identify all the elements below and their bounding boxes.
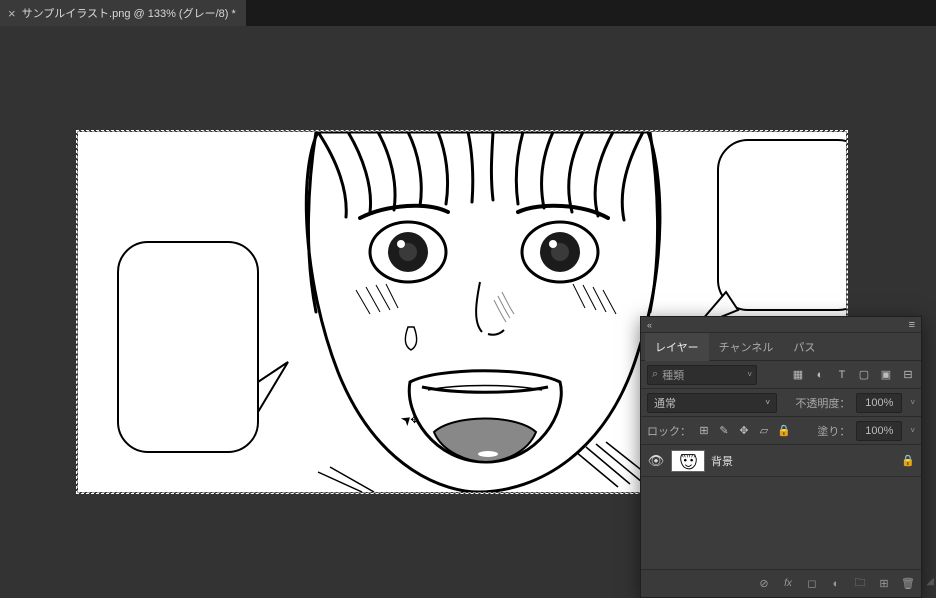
layer-list-empty <box>641 515 921 569</box>
chevron-down-icon: ˅ <box>765 398 770 407</box>
new-group-icon[interactable]: 🗀 <box>853 577 867 591</box>
filter-shape-icon[interactable]: ▢ <box>857 368 871 382</box>
chevron-down-icon: ˅ <box>747 370 752 379</box>
blend-mode-select[interactable]: 通常 ˅ <box>647 393 777 413</box>
layer-filter-select[interactable]: ⌕ 種類 ˅ <box>647 365 757 385</box>
tab-bar: × サンプルイラスト.png @ 133% (グレー/8) * <box>0 0 936 26</box>
link-layers-icon[interactable]: ⊘ <box>757 577 771 591</box>
lock-icon[interactable]: 🔒 <box>777 424 791 438</box>
lock-artboard-icon[interactable]: ▱ <box>757 424 771 438</box>
document-tab[interactable]: × サンプルイラスト.png @ 133% (グレー/8) * <box>0 0 247 26</box>
chevron-down-icon[interactable]: ˅ <box>910 398 915 407</box>
opacity-value: 100% <box>865 397 893 409</box>
filter-adjust-icon[interactable]: ◐ <box>813 368 827 382</box>
panel-bottom-bar: ⊘ fx ◻ ◐ 🗀 ⊞ 🗑 <box>641 569 921 597</box>
tab-channels[interactable]: チャンネル <box>709 333 784 361</box>
filter-smart-icon[interactable]: ▣ <box>879 368 893 382</box>
delete-layer-icon[interactable]: 🗑 <box>901 577 915 591</box>
opacity-label: 不透明度： <box>795 395 850 411</box>
layers-panel[interactable]: « ≡ レイヤー チャンネル パス ⌕ 種類 ˅ ▦ ◐ T ▢ ▣ ⊟ 通常 … <box>640 316 922 598</box>
fill-label: 塗り： <box>817 423 850 439</box>
chevron-down-icon[interactable]: ˅ <box>910 426 915 435</box>
add-mask-icon[interactable]: ◻ <box>805 577 819 591</box>
blend-mode-value: 通常 <box>654 395 676 411</box>
lock-all-icon[interactable]: ⊞ <box>697 424 711 438</box>
filter-image-icon[interactable]: ▦ <box>791 368 805 382</box>
layer-filter-row: ⌕ 種類 ˅ ▦ ◐ T ▢ ▣ ⊟ <box>641 361 921 389</box>
fill-field[interactable]: 100% <box>856 421 902 441</box>
panel-collapse-icon[interactable]: « <box>647 320 652 330</box>
search-icon: ⌕ <box>652 368 658 381</box>
document-tab-title: サンプルイラスト.png @ 133% (グレー/8) * <box>22 5 236 21</box>
add-adjustment-icon[interactable]: ◐ <box>829 577 843 591</box>
filter-type-icon[interactable]: T <box>835 368 849 382</box>
lock-position-icon[interactable]: ✥ <box>737 424 751 438</box>
filter-toggle-icon[interactable]: ⊟ <box>901 368 915 382</box>
fill-value: 100% <box>865 425 893 437</box>
layer-filter-label: 種類 <box>662 367 684 383</box>
lock-row: ロック： ⊞ ✎ ✥ ▱ 🔒 塗り： 100% ˅ <box>641 417 921 445</box>
close-tab-icon[interactable]: × <box>8 7 16 20</box>
layer-thumbnail[interactable] <box>671 450 705 472</box>
layer-name[interactable]: 背景 <box>711 453 733 469</box>
panel-tabs: レイヤー チャンネル パス <box>641 333 921 361</box>
tab-paths[interactable]: パス <box>783 333 825 361</box>
tab-layers[interactable]: レイヤー <box>645 333 709 361</box>
new-layer-icon[interactable]: ⊞ <box>877 577 891 591</box>
panel-menu-icon[interactable]: ≡ <box>909 319 915 331</box>
blend-row: 通常 ˅ 不透明度： 100% ˅ <box>641 389 921 417</box>
lock-label: ロック： <box>647 423 691 439</box>
layer-row-background[interactable]: 👁 背景 🔒 <box>641 445 921 477</box>
visibility-toggle-icon[interactable]: 👁 <box>647 453 665 469</box>
panel-titlebar[interactable]: « ≡ <box>641 317 921 333</box>
layer-list: 👁 背景 🔒 <box>641 445 921 515</box>
opacity-field[interactable]: 100% <box>856 393 902 413</box>
layer-fx-icon[interactable]: fx <box>781 577 795 591</box>
layer-locked-icon: 🔒 <box>901 454 915 467</box>
lock-pixels-icon[interactable]: ✎ <box>717 424 731 438</box>
resize-handle-icon[interactable]: ◢ <box>926 576 934 587</box>
